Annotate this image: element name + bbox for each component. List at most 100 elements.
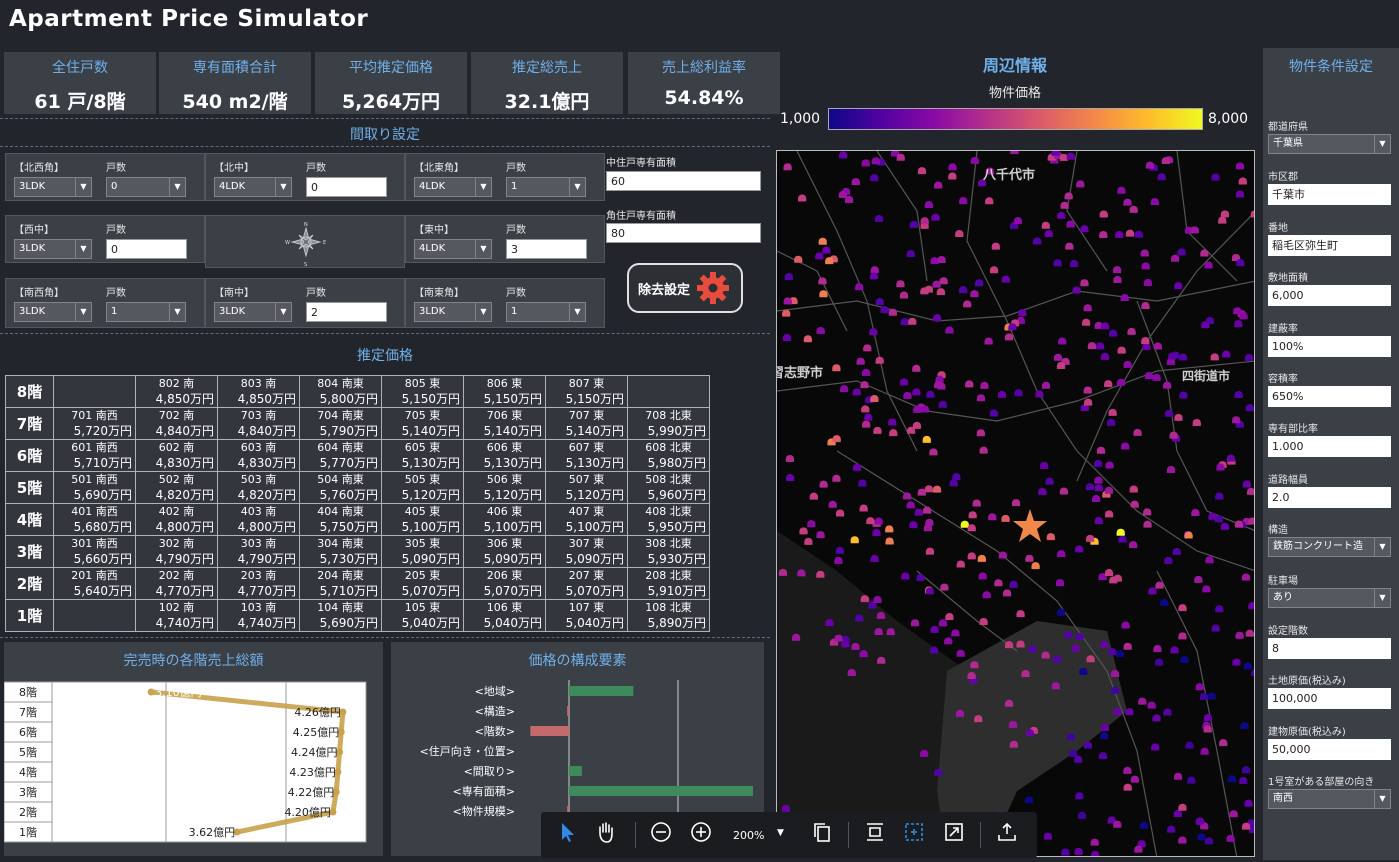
condition-select[interactable]: 南西 ▼ xyxy=(1268,789,1391,810)
copy-button[interactable] xyxy=(806,812,838,852)
property-marker xyxy=(1113,276,1122,284)
property-marker xyxy=(1099,210,1108,218)
fullscreen-button[interactable] xyxy=(938,812,970,852)
floor-cell: 4階 xyxy=(5,503,54,536)
condition-input[interactable]: 1.000 xyxy=(1268,436,1391,458)
unit-count-select[interactable]: 1 ▼ xyxy=(106,302,186,322)
unit-count-select[interactable]: 1 ▼ xyxy=(506,177,586,197)
kpi-card: 専有面積合計 540 m2/階 xyxy=(159,52,311,114)
condition-input[interactable]: 千葉市 xyxy=(1268,184,1391,206)
condition-input[interactable]: 100,000 xyxy=(1268,688,1391,710)
property-marker xyxy=(1025,729,1035,737)
floor-plan-select[interactable]: 3LDK ▼ xyxy=(14,239,92,259)
property-marker xyxy=(1016,610,1025,618)
property-marker xyxy=(1104,486,1114,494)
property-marker xyxy=(782,333,792,341)
property-marker xyxy=(1090,850,1100,856)
property-marker xyxy=(900,318,909,326)
floor-tick-label: 5階 xyxy=(19,745,37,759)
unit-label: 807 東 xyxy=(568,377,605,390)
fit-page-button[interactable] xyxy=(898,812,930,852)
unit-cell: 508 北東 5,960万円 xyxy=(627,471,710,504)
property-marker xyxy=(1243,662,1252,670)
unit-label: 507 東 xyxy=(568,473,605,486)
unit-count-select[interactable]: 1 ▼ xyxy=(506,302,586,322)
condition-input[interactable]: 50,000 xyxy=(1268,738,1391,760)
floor-plan-select[interactable]: 4LDK ▼ xyxy=(414,177,492,197)
unit-label: 302 南 xyxy=(158,537,195,550)
floor-plan-select[interactable]: 3LDK ▼ xyxy=(14,177,92,197)
property-marker xyxy=(1123,360,1132,368)
compass-panel: N S E W xyxy=(205,215,405,268)
floor-plan-select[interactable]: 4LDK ▼ xyxy=(414,239,492,259)
floor-plan-select[interactable]: 3LDK ▼ xyxy=(14,302,92,322)
unit-count-input[interactable]: 2 xyxy=(306,302,387,322)
unit-count-input[interactable]: 0 xyxy=(306,177,387,197)
unit-price: 4,770万円 xyxy=(155,584,214,598)
property-marker xyxy=(1127,327,1136,335)
property-marker xyxy=(1125,708,1134,716)
property-marker xyxy=(870,174,879,182)
zoom-level[interactable]: 200% xyxy=(733,829,764,842)
unit-cell: 604 南東 5,770万円 xyxy=(299,439,382,472)
property-marker xyxy=(1150,197,1159,205)
property-marker xyxy=(1163,708,1172,716)
floor-plan-select[interactable]: 4LDK ▼ xyxy=(214,177,292,197)
condition-input[interactable]: 稲毛区弥生町 xyxy=(1268,234,1391,256)
property-marker xyxy=(932,314,942,322)
export-button[interactable] xyxy=(991,812,1023,852)
unit-cell: 201 南西 5,640万円 xyxy=(53,567,136,600)
property-marker xyxy=(873,596,882,604)
corner-area-input[interactable]: 80 xyxy=(606,223,761,243)
property-marker xyxy=(797,569,806,577)
zoom-dropdown-icon[interactable]: ▼ xyxy=(777,828,784,838)
condition-input[interactable]: 100% xyxy=(1268,335,1391,357)
select-tool-button[interactable] xyxy=(552,812,584,852)
kpi-value: 540 m2/階 xyxy=(182,91,288,113)
layout-cell: 【北西角】 戸数 3LDK ▼ 0 ▼ xyxy=(5,153,205,201)
pan-tool-button[interactable] xyxy=(590,812,622,852)
unit-label: 502 南 xyxy=(158,473,195,486)
mid-area-input[interactable]: 60 xyxy=(606,171,761,191)
fit-height-button[interactable] xyxy=(859,812,891,852)
property-marker xyxy=(835,546,845,554)
unit-count-select[interactable]: 0 ▼ xyxy=(106,177,186,197)
floor-plan-select[interactable]: 3LDK ▼ xyxy=(414,302,492,322)
condition-select[interactable]: 千葉県 ▼ xyxy=(1268,134,1391,154)
condition-label: 敷地面積 xyxy=(1268,273,1308,285)
property-marker xyxy=(988,513,997,521)
unit-label: 806 東 xyxy=(486,377,523,390)
condition-input[interactable]: 2.0 xyxy=(1268,486,1391,508)
remove-settings-button[interactable]: 除去設定 xyxy=(627,263,743,313)
property-marker xyxy=(1114,230,1124,238)
compass-e: E xyxy=(323,240,326,246)
condition-input[interactable]: 8 xyxy=(1268,638,1391,659)
map-view[interactable]: 八千代市 習志野市 四街道市 xyxy=(776,150,1255,857)
property-marker xyxy=(1173,810,1183,818)
unit-price: 5,130万円 xyxy=(401,456,460,470)
property-marker xyxy=(912,364,921,372)
property-marker xyxy=(978,572,987,580)
divider xyxy=(0,118,770,119)
condition-select[interactable]: あり ▼ xyxy=(1268,587,1391,608)
zoom-out-button[interactable] xyxy=(645,812,677,852)
property-marker xyxy=(929,448,938,456)
property-marker xyxy=(1241,822,1251,830)
condition-select[interactable]: 鉄筋コンクリート造 ▼ xyxy=(1268,537,1391,558)
condition-input[interactable]: 650% xyxy=(1268,386,1391,407)
zoom-in-button[interactable] xyxy=(685,812,717,852)
property-marker xyxy=(1057,211,1066,219)
property-marker xyxy=(1203,714,1213,722)
property-marker xyxy=(1100,723,1110,731)
table-row: 7階 701 南西 5,720万円 702 南 4,840万円 703 南 4,840万円 7… xyxy=(5,407,710,440)
property-marker xyxy=(1164,556,1173,564)
unit-count-input[interactable]: 3 xyxy=(506,239,587,259)
unit-count-input[interactable]: 0 xyxy=(106,239,187,259)
unit-cell: 605 東 5,130万円 xyxy=(381,439,464,472)
property-marker xyxy=(920,287,929,295)
condition-input[interactable]: 6,000 xyxy=(1268,285,1391,307)
cell-position-label: 【東中】 xyxy=(414,225,454,236)
mid-area-label: 中住戸専有面積 xyxy=(606,158,676,169)
floor-plan-select[interactable]: 3LDK ▼ xyxy=(214,302,292,322)
unit-price: 5,790万円 xyxy=(319,424,378,438)
